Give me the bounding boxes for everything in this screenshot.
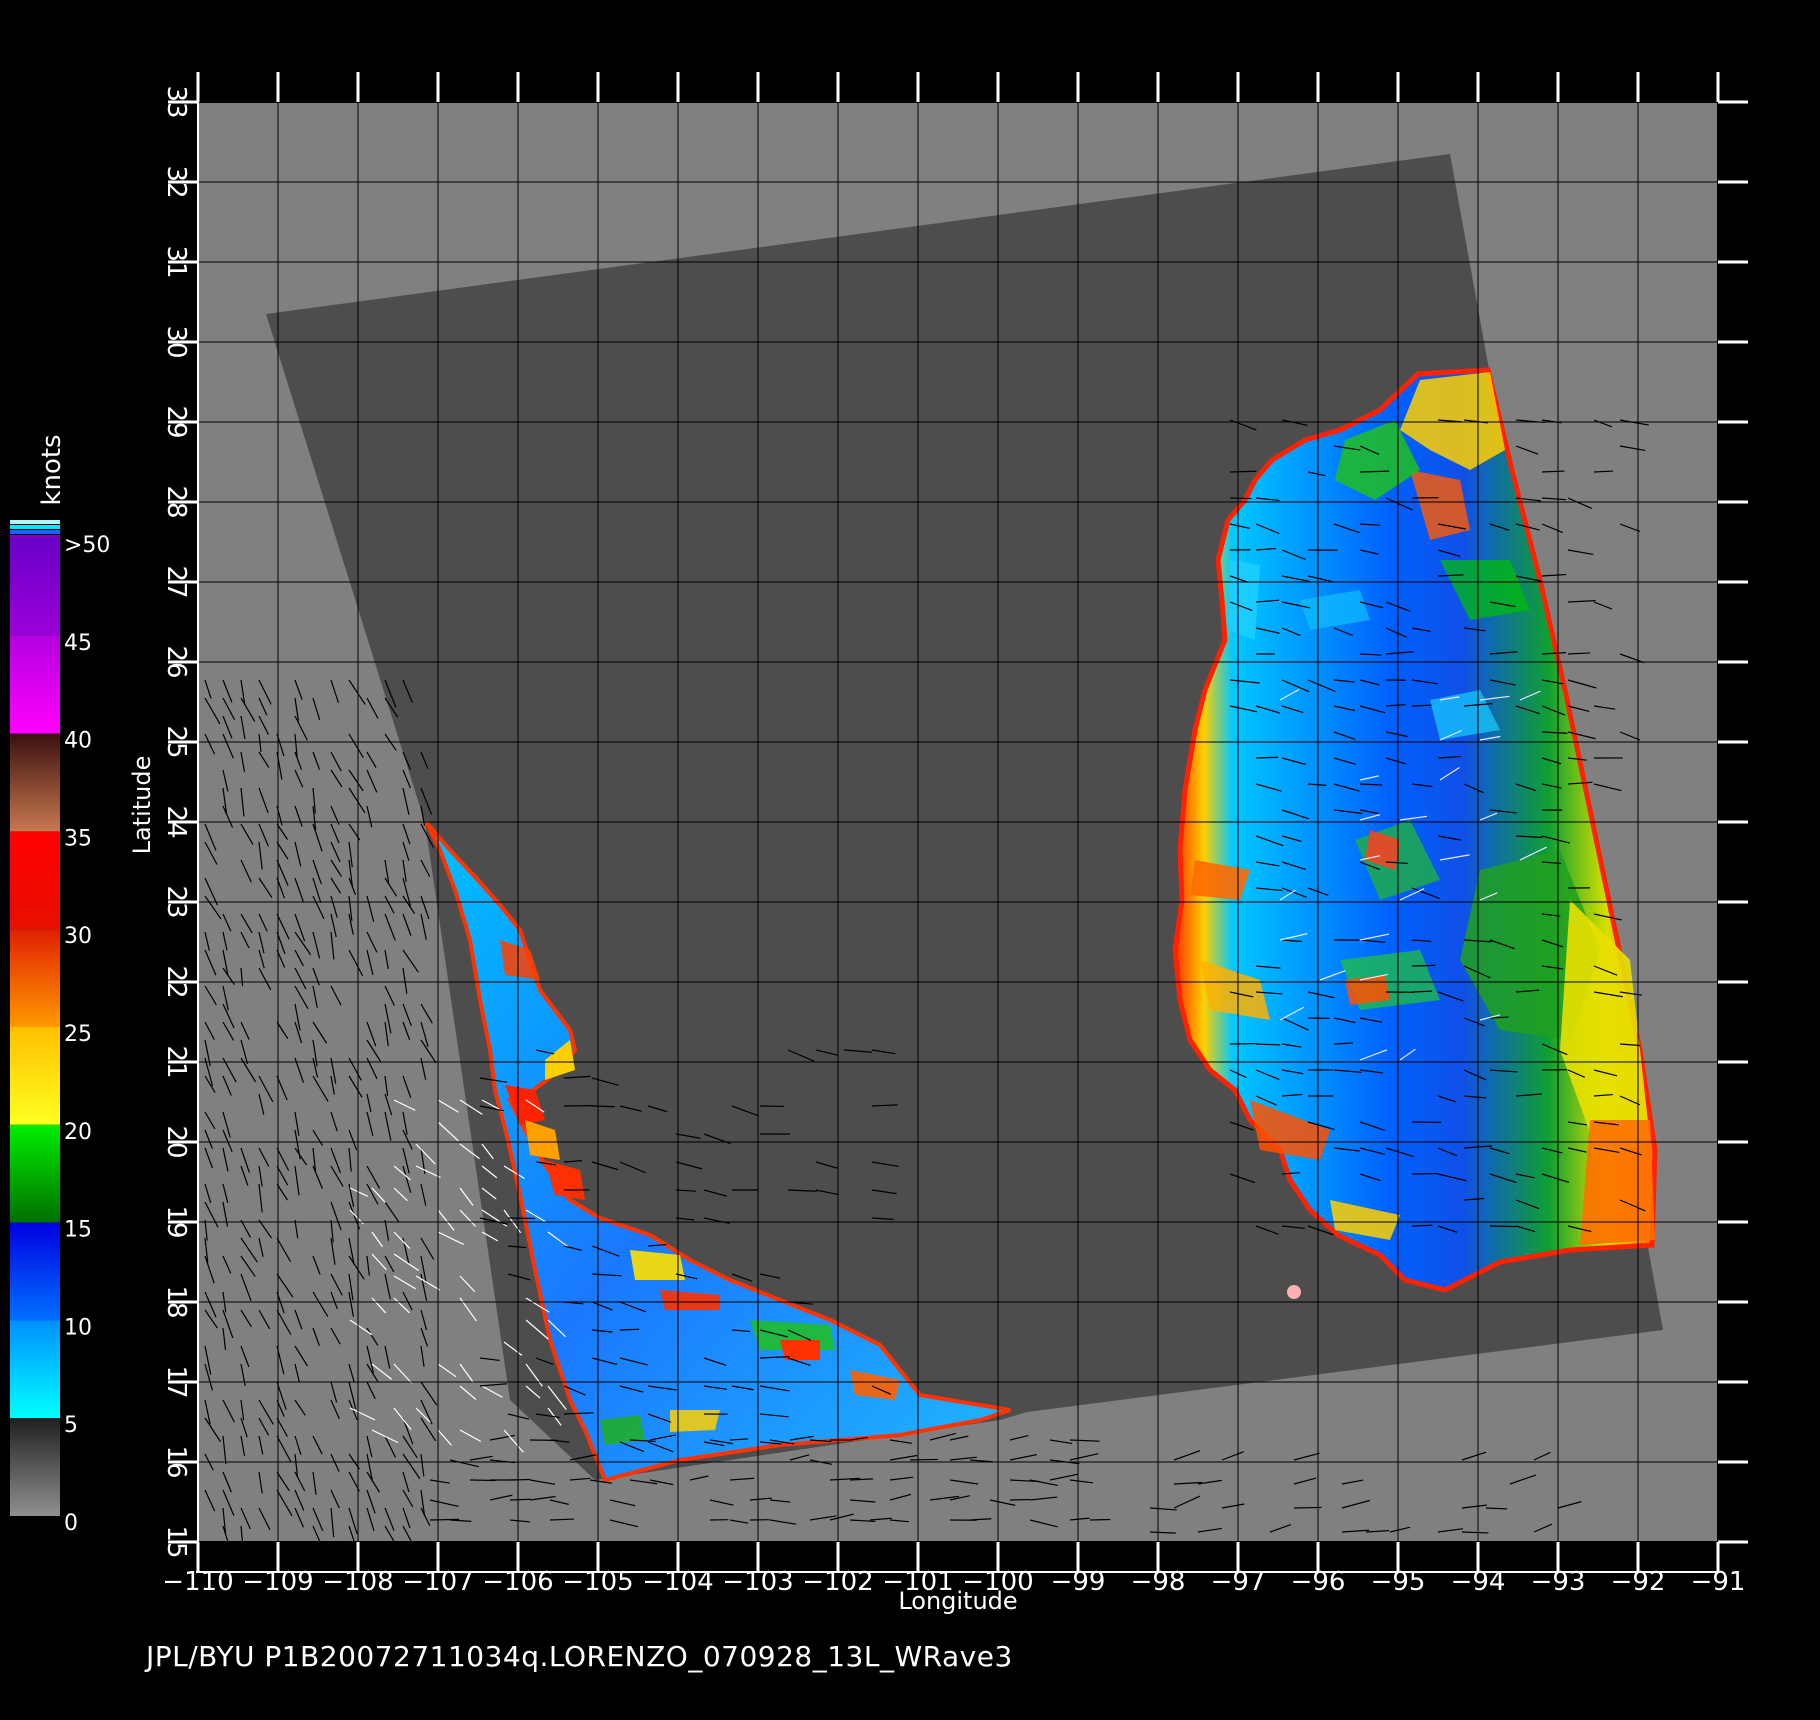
y-tick-label: 23 <box>161 885 191 918</box>
y-tick-label: 16 <box>161 1445 191 1478</box>
wind-vector <box>1411 704 1432 707</box>
wind-vector <box>1255 756 1279 759</box>
x-tick-label: −102 <box>802 1567 873 1597</box>
wind-vector <box>909 1458 938 1461</box>
colorbar-cap-cyan <box>10 525 60 529</box>
colorbar-cap-purple <box>10 535 60 538</box>
x-tick-label: −95 <box>1371 1567 1426 1597</box>
colorbar-cap-blue <box>10 530 60 534</box>
colorbar-label: 45 <box>64 631 92 656</box>
y-tick-label: 15 <box>161 1525 191 1558</box>
x-tick-label: −105 <box>562 1567 633 1597</box>
y-axis-label: Latitude <box>128 756 156 855</box>
colorbar-label: 0 <box>64 1511 78 1536</box>
y-tick-label: 27 <box>161 565 191 598</box>
colorbar-band <box>10 1124 60 1223</box>
x-tick-label: −96 <box>1291 1567 1346 1597</box>
product-caption: JPL/BYU P1B20072711034q.LORENZO_070928_1… <box>146 1640 1013 1673</box>
colorbar-cap-light <box>10 520 60 524</box>
colorbar-band <box>10 1320 60 1419</box>
wind-vector <box>507 1217 536 1220</box>
x-tick-label: −104 <box>642 1567 713 1597</box>
y-tick-label: 30 <box>161 325 191 358</box>
wind-vector <box>1411 964 1436 967</box>
x-tick-label: −92 <box>1611 1567 1666 1597</box>
isolated-value-marker <box>1287 1285 1301 1299</box>
x-tick-label: −106 <box>482 1567 553 1597</box>
colorbar-labels: >50 45 40 35 30 25 20 15 10 5 0 <box>64 533 110 1536</box>
x-tick-label: −99 <box>1051 1567 1106 1597</box>
wind-vector <box>591 1105 615 1108</box>
y-tick-label: 25 <box>161 725 191 758</box>
colorbar-band <box>10 1222 60 1321</box>
colorbar-label: 25 <box>64 1022 92 1047</box>
y-tick-label: 21 <box>161 1045 191 1078</box>
x-axis-label: Longitude <box>898 1587 1017 1615</box>
y-tick-label: 31 <box>161 245 191 278</box>
x-tick-label: −103 <box>722 1567 793 1597</box>
colorbar-band <box>10 831 60 930</box>
y-tick-label: 20 <box>161 1125 191 1158</box>
x-tick-label: −98 <box>1131 1567 1186 1597</box>
x-tick-label: −107 <box>402 1567 473 1597</box>
x-tick-label: −110 <box>162 1567 233 1597</box>
wind-vector <box>1229 497 1252 500</box>
colorbar-label: 35 <box>64 826 92 851</box>
x-tick-label: −93 <box>1531 1567 1586 1597</box>
x-tick-label: −91 <box>1691 1567 1746 1597</box>
colorbar-label: 30 <box>64 924 92 949</box>
colorbar-band <box>10 733 60 832</box>
colorbar: knots >50 45 40 35 30 25 20 15 10 5 0 <box>10 434 110 1536</box>
wind-vector <box>1229 470 1257 473</box>
colorbar-label: >50 <box>64 533 110 558</box>
colorbar-label: 40 <box>64 729 92 754</box>
y-tick-label: 22 <box>161 965 191 998</box>
colorbar-label: 10 <box>64 1315 92 1340</box>
colorbar-label: 20 <box>64 1120 92 1145</box>
wind-vector <box>509 1498 531 1501</box>
wind-vector <box>1489 1225 1517 1228</box>
x-tick-label: −97 <box>1211 1567 1266 1597</box>
y-tick-label: 19 <box>161 1205 191 1238</box>
wind-speed-map: −110 −109 −108 −107 −106 −105 −104 −103 −102 −101… <box>10 72 1748 1615</box>
colorbar-band <box>10 538 60 636</box>
colorbar-bands <box>10 538 60 1516</box>
y-tick-label: 33 <box>161 85 191 118</box>
y-tick-label: 28 <box>161 485 191 518</box>
y-tick-label: 18 <box>161 1285 191 1318</box>
colorbar-label: 15 <box>64 1218 92 1243</box>
wind-vector <box>619 1328 640 1331</box>
y-tick-label: 17 <box>161 1365 191 1398</box>
colorbar-label: 5 <box>64 1413 78 1438</box>
colorbar-band <box>10 929 60 1027</box>
colorbar-band <box>10 1418 60 1516</box>
colorbar-band <box>10 635 60 734</box>
wind-vector <box>1411 990 1433 993</box>
colorbar-unit-label: knots <box>37 434 67 505</box>
x-tick-label: −108 <box>322 1567 393 1597</box>
y-tick-label: 24 <box>161 805 191 838</box>
wind-vector <box>1293 1506 1322 1509</box>
x-tick-label: −94 <box>1451 1567 1506 1597</box>
y-tick-label: 32 <box>161 165 191 198</box>
y-tick-labels: 15 16 17 18 19 20 21 22 23 24 25 26 27 28 29 30 31 32 33 <box>161 85 191 1558</box>
y-tick-label: 26 <box>161 645 191 678</box>
y-tick-label: 29 <box>161 405 191 438</box>
colorbar-band <box>10 1027 60 1125</box>
x-tick-label: −109 <box>242 1567 313 1597</box>
wind-vector <box>1411 1224 1433 1227</box>
